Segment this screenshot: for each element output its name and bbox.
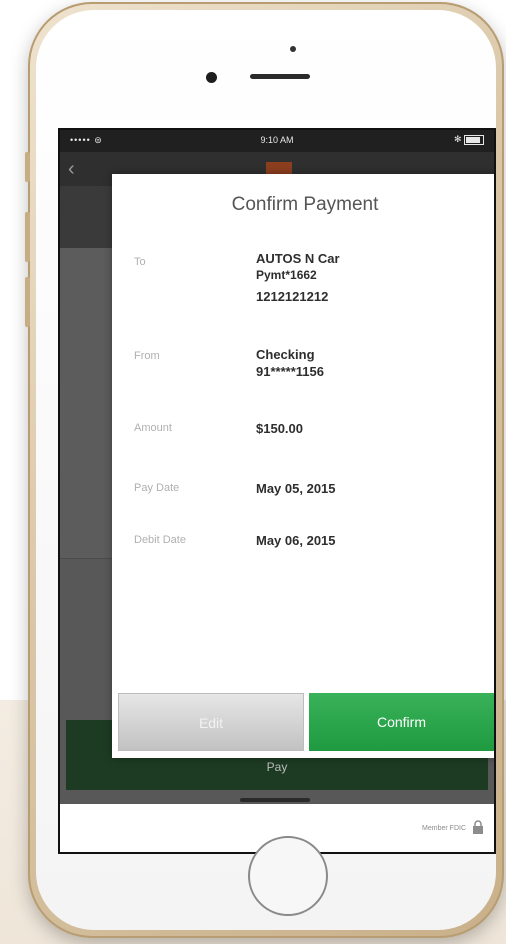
payee-reference: 1212121212 [256,289,329,304]
dialog-title: Confirm Payment [231,194,379,215]
lock-icon [473,820,483,834]
from-value: Checking 91*****1156 [256,346,324,380]
status-time: 9:10 AM [260,135,294,145]
amount-value: $150.00 [256,420,303,437]
volume-down-button [25,277,30,327]
confirm-payment-dialog: Confirm Payment To AUTOS N Car Pymt*1662… [112,174,494,758]
pay-date-label: Pay Date [134,482,180,494]
battery-icon [464,134,484,145]
debit-date-value: May 06, 2015 [256,532,336,549]
phone-face: ••••• ⊜ 9:10 AM ✻ ‹ › › › Pay [36,10,496,930]
footer-handle [240,798,310,802]
amount-text: $150.00 [256,421,303,436]
to-label: To [134,256,146,268]
volume-up-button [25,212,30,262]
edit-button[interactable]: Edit [118,693,304,751]
earpiece-speaker [250,74,310,79]
from-account-number: 91*****1156 [256,364,324,379]
amount-label: Amount [134,422,172,434]
status-right-icons: ✻ [454,134,484,145]
front-camera [206,72,217,83]
mute-switch [25,152,30,182]
payee-name: AUTOS N Car [256,251,340,266]
from-label: From [134,350,160,362]
debit-date-text: May 06, 2015 [256,533,336,548]
back-chevron-icon[interactable]: ‹ [68,158,75,181]
from-account-name: Checking [256,347,315,362]
pay-date-text: May 05, 2015 [256,481,336,496]
pay-label: Pay [266,760,288,774]
bluetooth-icon: ✻ [453,134,462,144]
home-button[interactable] [248,836,328,916]
confirm-button[interactable]: Confirm [309,693,494,751]
fdic-text: Member FDIC [422,825,466,832]
debit-date-label: Debit Date [134,534,186,546]
to-value: AUTOS N Car Pymt*1662 1212121212 [256,250,340,305]
phone-screen: ••••• ⊜ 9:10 AM ✻ ‹ › › › Pay [58,128,496,854]
payee-account: Pymt*1662 [256,268,317,282]
proximity-sensor [290,46,296,52]
phone-frame: ••••• ⊜ 9:10 AM ✻ ‹ › › › Pay [25,2,504,938]
status-bar: ••••• ⊜ 9:10 AM ✻ [60,130,494,152]
pay-date-value: May 05, 2015 [256,480,336,497]
